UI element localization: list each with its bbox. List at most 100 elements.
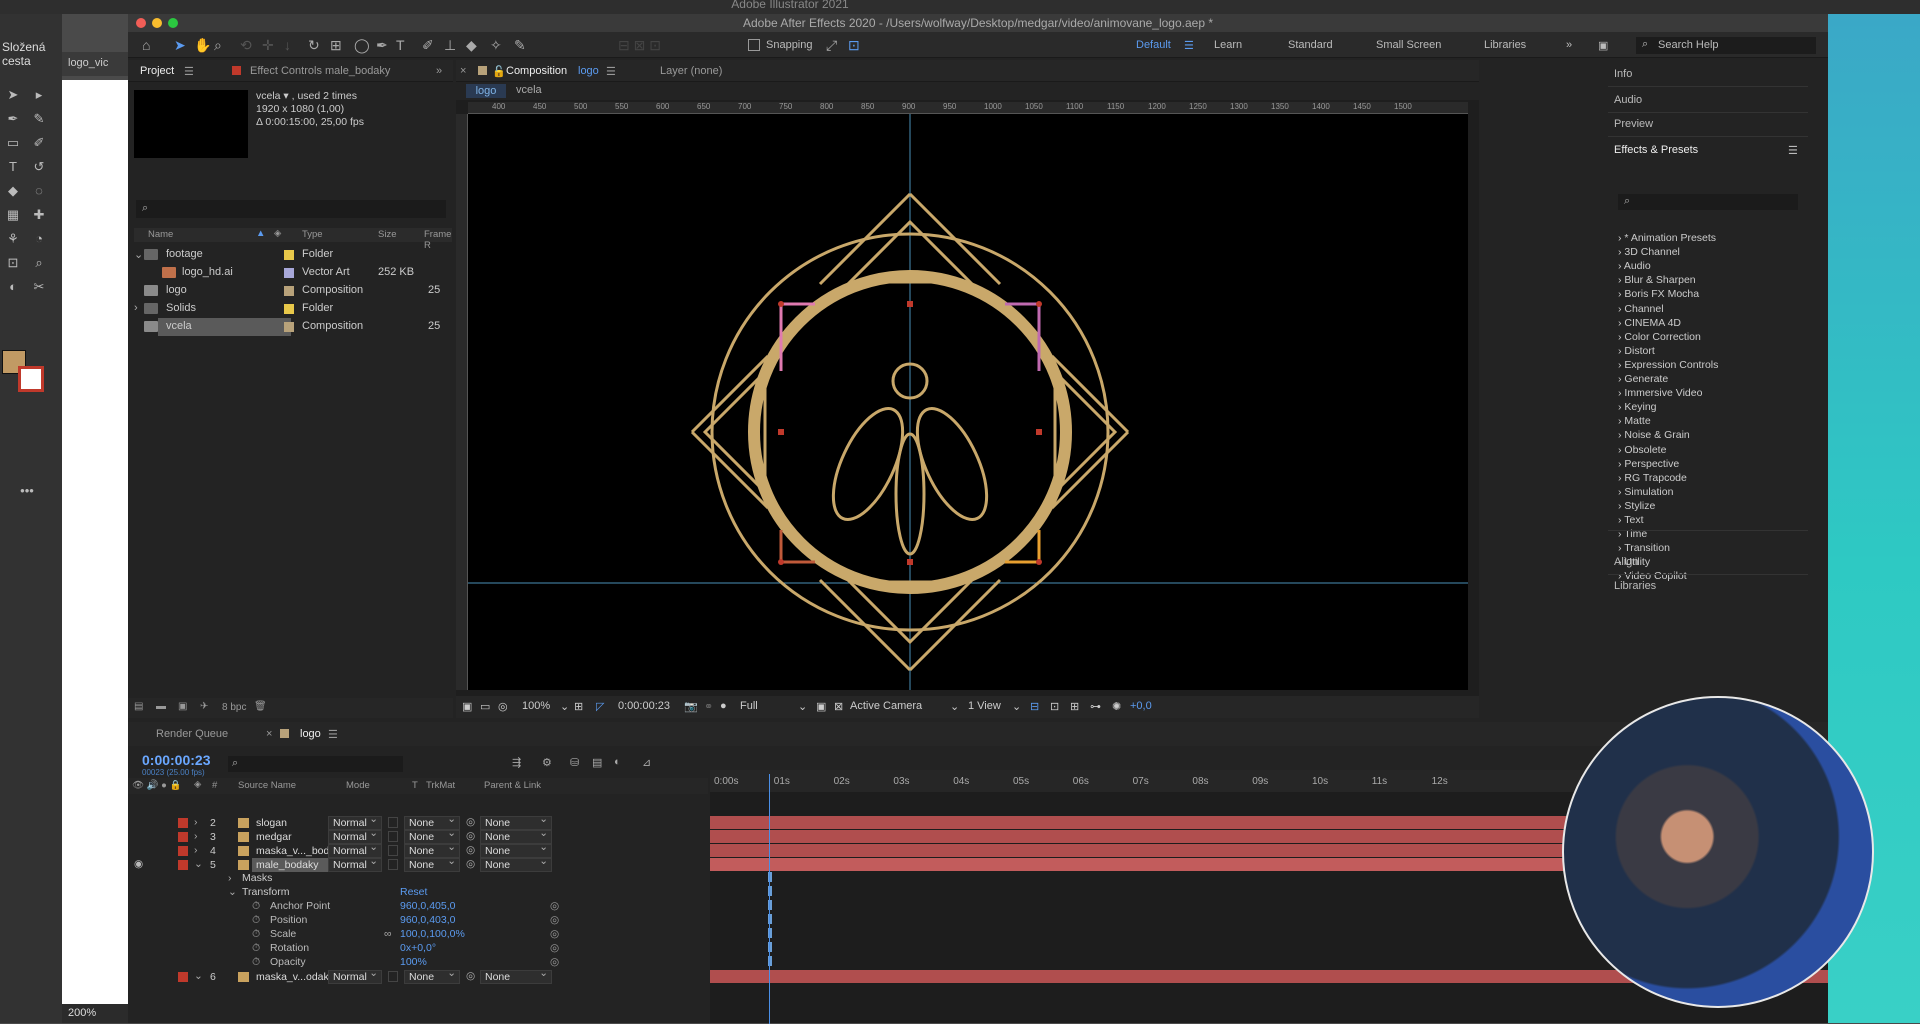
breadcrumb-vcela[interactable]: vcela [516, 84, 542, 96]
slice-tool-icon[interactable]: ✂ [30, 280, 48, 294]
transform-property-row[interactable]: ⏱ Position 960,0,403,0 ◎ [128, 914, 708, 928]
chevron-right-icon[interactable]: › [194, 830, 198, 842]
workspace-small-screen[interactable]: Small Screen [1376, 39, 1441, 51]
chevron-down-icon[interactable]: ⌄ [194, 858, 203, 870]
ellipse-tool-icon[interactable]: ◯ [354, 36, 370, 54]
effect-category-item[interactable]: › Channel [1618, 303, 1664, 315]
project-item-vcela[interactable]: vcela Composition 25 [134, 318, 452, 336]
artboard-tool-icon[interactable]: ⊡ [4, 256, 22, 270]
stopwatch-icon[interactable]: ⏱ [252, 956, 260, 969]
label-column-icon[interactable]: ◈ [274, 228, 281, 239]
workspace-default[interactable]: Default [1136, 39, 1171, 51]
more-workspaces-icon[interactable]: » [1566, 39, 1572, 51]
constrain-proportions-icon[interactable]: ∞ [384, 928, 392, 940]
project-search-input[interactable]: ⌕ [136, 200, 446, 218]
effect-category-item[interactable]: › Audio [1618, 260, 1651, 272]
stopwatch-icon[interactable]: ⏱ [252, 942, 260, 955]
sort-icon[interactable]: ▲ [256, 228, 265, 239]
effect-category-item[interactable]: › Perspective [1618, 458, 1679, 470]
layer-label-color[interactable] [178, 846, 188, 856]
maximize-window-button[interactable] [168, 18, 178, 28]
orbit-camera-icon[interactable]: ⟲ [240, 36, 252, 54]
always-preview-icon[interactable]: ▣ [462, 700, 472, 713]
effect-category-item[interactable]: › Obsolete [1618, 444, 1666, 456]
selection-tool-icon[interactable]: ➤ [174, 36, 186, 54]
timeline-icon[interactable]: ⊞ [1070, 700, 1079, 713]
timeline-layer-row[interactable]: ◉⌄5male_bodakyNormalNone◎None [128, 855, 708, 872]
clone-stamp-tool-icon[interactable]: ⊥ [444, 36, 456, 54]
layer-label-color[interactable] [178, 832, 188, 842]
snapping-checkbox[interactable] [748, 39, 760, 51]
workspace-learn[interactable]: Learn [1214, 39, 1242, 51]
dolly-camera-icon[interactable]: ↓ [284, 36, 291, 54]
effect-category-item[interactable]: › Generate [1618, 373, 1668, 385]
workspace-standard[interactable]: Standard [1288, 39, 1333, 51]
search-help-field[interactable]: ⌕ Search Help [1636, 37, 1816, 54]
expression-pickwhip-icon[interactable]: ◎ [550, 914, 559, 926]
shape-builder-tool-icon[interactable]: ◔ [30, 232, 48, 246]
illustrator-doc-tab[interactable]: logo_vic [62, 52, 128, 76]
effects-search-input[interactable]: ⌕ [1618, 194, 1798, 210]
audio-panel-header[interactable]: Audio [1614, 94, 1642, 106]
property-value[interactable]: 960,0,405,0 [400, 900, 455, 912]
effect-category-item[interactable]: › Boris FX Mocha [1618, 288, 1699, 300]
timeline-timecode[interactable]: 0:00:00:23 [142, 752, 211, 768]
show-snapshot-icon[interactable]: ⚭ [704, 700, 713, 713]
home-icon[interactable]: ⌂ [142, 36, 150, 54]
composition-viewer[interactable] [468, 114, 1468, 690]
transform-group[interactable]: ⌄ Transform Reset [128, 886, 708, 900]
rotate-tool-icon[interactable]: ↻ [308, 36, 320, 54]
resolution-select[interactable]: Full [740, 700, 758, 712]
fast-previews-icon[interactable]: ⊡ [1050, 700, 1059, 713]
stopwatch-icon[interactable]: ⏱ [252, 914, 260, 927]
selection-tool-icon[interactable]: ➤ [4, 88, 22, 102]
tab-layer[interactable]: Layer (none) [660, 65, 722, 77]
tab-render-queue[interactable]: Render Queue [156, 728, 228, 740]
more-tools-icon[interactable]: ••• [18, 484, 36, 498]
preserve-transparency-checkbox[interactable] [388, 817, 398, 828]
transform-property-row[interactable]: ⏱ Opacity 100% ◎ [128, 956, 708, 970]
mask-path-icon[interactable]: ◸ [596, 700, 604, 713]
direct-selection-tool-icon[interactable]: ▸ [30, 88, 48, 102]
chevron-right-icon[interactable]: › [194, 816, 198, 828]
magnification-select[interactable]: 100% [522, 700, 550, 712]
layer-label-color[interactable] [178, 818, 188, 828]
exposure-value[interactable]: +0,0 [1130, 700, 1152, 712]
flowchart-icon[interactable]: ⊶ [1090, 700, 1101, 713]
timeline-layer-row[interactable]: ›2sloganNormalNone◎None [128, 813, 708, 830]
minimize-window-button[interactable] [152, 18, 162, 28]
tab-composition[interactable]: Composition [506, 65, 567, 77]
rotate-tool-icon[interactable]: ↺ [30, 160, 48, 174]
effect-category-item[interactable]: › Transition [1618, 542, 1670, 554]
current-time-indicator[interactable] [769, 774, 771, 1024]
reset-transform-link[interactable]: Reset [400, 886, 427, 898]
transparency-grid-icon[interactable]: ⊠ [834, 700, 843, 713]
layer-mode-select[interactable]: Normal [328, 855, 382, 872]
effects-presets-header[interactable]: Effects & Presets [1614, 144, 1698, 156]
effect-category-item[interactable]: › Color Correction [1618, 331, 1701, 343]
pickwhip-icon[interactable]: ◎ [466, 844, 475, 856]
pan-camera-icon[interactable]: ✛ [262, 36, 274, 54]
zoom-tool-icon[interactable]: ⌕ [214, 36, 222, 54]
mask-visibility-icon[interactable]: ◎ [498, 700, 508, 713]
frame-blending-icon[interactable]: ▤ [592, 756, 602, 769]
property-value[interactable]: 960,0,403,0 [400, 914, 455, 926]
pickwhip-icon[interactable]: ◎ [466, 970, 475, 982]
color-channels-icon[interactable]: ● [720, 700, 727, 712]
symbol-tool-icon[interactable]: ◐ [4, 280, 22, 294]
layer-parent-select[interactable]: None [480, 855, 552, 872]
panel-menu-icon[interactable]: ☰ [606, 65, 616, 78]
layer-label-color[interactable] [178, 860, 188, 870]
pickwhip-icon[interactable]: ◎ [466, 816, 475, 828]
chevron-right-icon[interactable]: › [228, 872, 232, 884]
project-item-solids[interactable]: › Solids Folder [134, 300, 452, 318]
effect-category-item[interactable]: › RG Trapcode [1618, 472, 1687, 484]
project-item-footage[interactable]: ⌄ footage Folder [134, 246, 452, 264]
masks-group[interactable]: › Masks [128, 872, 708, 886]
view-layout-select[interactable]: 1 View [968, 700, 1001, 712]
stopwatch-icon[interactable]: ⏱ [252, 928, 260, 941]
info-panel-header[interactable]: Info [1614, 68, 1632, 80]
preserve-transparency-checkbox[interactable] [388, 971, 398, 982]
property-value[interactable]: 100,0,100,0% [400, 928, 465, 940]
bit-depth-label[interactable]: 8 bpc [222, 702, 246, 713]
